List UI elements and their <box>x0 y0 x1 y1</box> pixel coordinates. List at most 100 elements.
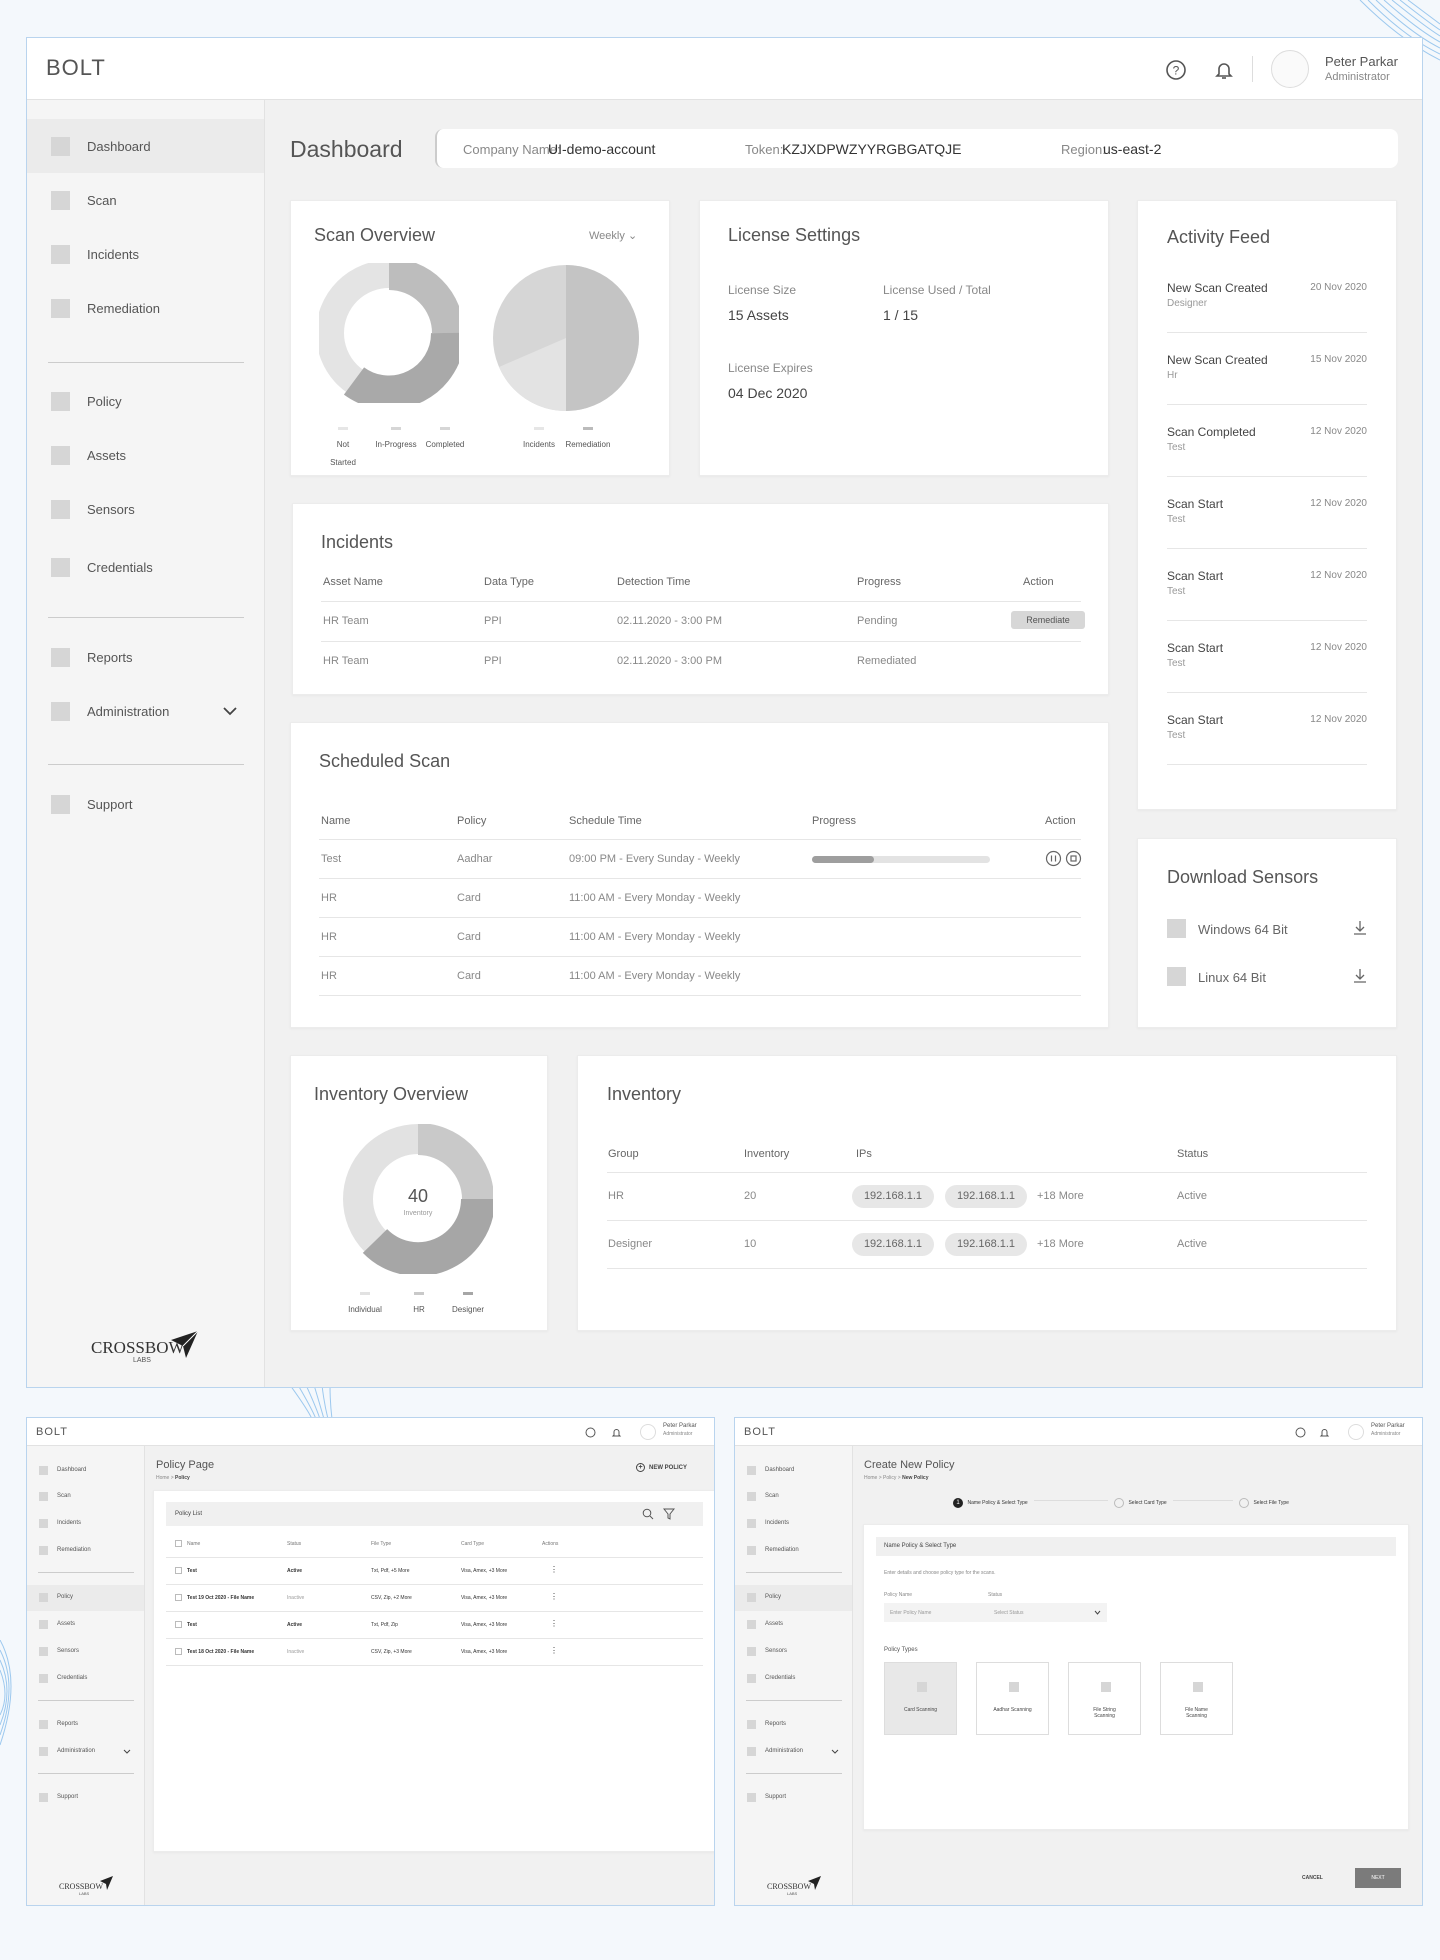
sidebar-item-credentials[interactable]: Credentials <box>735 1666 852 1692</box>
sidebar-item-remediation[interactable]: Remediation <box>27 281 264 335</box>
chevron-down-icon[interactable] <box>123 1748 131 1755</box>
sidebar-item-policy[interactable]: Policy <box>27 374 264 428</box>
help-icon[interactable] <box>1295 1427 1306 1438</box>
more-link[interactable]: +18 More <box>1037 1238 1084 1250</box>
table-row[interactable]: HR Team PPI 02.11.2020 - 3:00 PM Remedia… <box>321 642 1081 681</box>
sidebar-item-sensors[interactable]: Sensors <box>735 1639 852 1665</box>
app-logo[interactable]: BOLT <box>744 1426 776 1438</box>
search-icon[interactable] <box>642 1508 654 1520</box>
download-icon[interactable] <box>1353 968 1367 984</box>
column-header[interactable]: Status <box>287 1541 301 1547</box>
table-row[interactable]: HR 20 192.168.1.1 192.168.1.1 +18 More A… <box>607 1173 1367 1220</box>
row-checkbox[interactable] <box>175 1594 182 1601</box>
row-checkbox[interactable] <box>175 1621 182 1628</box>
sidebar-item-policy[interactable]: Policy <box>27 1585 144 1611</box>
sidebar-item-administration[interactable]: Administration <box>27 1739 144 1765</box>
sidebar-item-administration[interactable]: Administration <box>27 684 264 738</box>
sensor-item[interactable]: Linux 64 Bit <box>1167 965 1367 989</box>
activity-item[interactable]: New Scan Created Hr 15 Nov 2020 <box>1167 353 1367 425</box>
more-actions-icon[interactable]: ⋮ <box>550 1593 558 1601</box>
activity-item[interactable]: Scan Start Test 12 Nov 2020 <box>1167 569 1367 641</box>
sidebar-item-remediation[interactable]: Remediation <box>27 1538 144 1564</box>
download-icon[interactable] <box>1353 920 1367 936</box>
sidebar-item-reports[interactable]: Reports <box>735 1712 852 1738</box>
app-logo[interactable]: BOLT <box>46 55 106 81</box>
activity-item[interactable]: Scan Start Test 12 Nov 2020 <box>1167 641 1367 713</box>
row-checkbox[interactable] <box>175 1648 182 1655</box>
avatar[interactable] <box>1271 50 1309 88</box>
sidebar-item-administration[interactable]: Administration <box>735 1739 852 1765</box>
select-all-checkbox[interactable] <box>175 1540 182 1547</box>
policy-name-input[interactable]: Enter Policy Name <box>884 1603 1003 1622</box>
activity-item[interactable]: New Scan Created Designer 20 Nov 2020 <box>1167 281 1367 353</box>
sidebar-item-reports[interactable]: Reports <box>27 1712 144 1738</box>
step-1[interactable]: 1 Name Policy & Select Type <box>953 1494 1034 1512</box>
sidebar-item-support[interactable]: Support <box>735 1785 852 1811</box>
more-actions-icon[interactable]: ⋮ <box>550 1647 558 1655</box>
activity-item[interactable]: Scan Start Test 12 Nov 2020 <box>1167 713 1367 785</box>
sidebar-item-support[interactable]: Support <box>27 1785 144 1811</box>
more-actions-icon[interactable]: ⋮ <box>550 1620 558 1628</box>
activity-item[interactable]: Scan Start Test 12 Nov 2020 <box>1167 497 1367 569</box>
sidebar-item-remediation[interactable]: Remediation <box>735 1538 852 1564</box>
table-row[interactable]: HR Team PPI 02.11.2020 - 3:00 PM Pending… <box>321 602 1085 641</box>
sidebar-item-incidents[interactable]: Incidents <box>27 1511 144 1537</box>
policy-type-file-name-scanning[interactable]: File Name Scanning <box>1160 1662 1233 1735</box>
sidebar-item-dashboard[interactable]: Dashboard <box>27 119 264 173</box>
sidebar-item-dashboard[interactable]: Dashboard <box>27 1458 144 1484</box>
more-link[interactable]: +18 More <box>1037 1190 1084 1202</box>
column-header[interactable]: Name <box>187 1541 200 1547</box>
new-policy-button[interactable]: + NEW POLICY <box>636 1463 687 1472</box>
notification-bell-icon[interactable] <box>611 1427 622 1438</box>
sidebar-item-assets[interactable]: Assets <box>27 428 264 482</box>
breadcrumb-home[interactable]: Home <box>156 1475 169 1481</box>
activity-item[interactable]: Scan Completed Test 12 Nov 2020 <box>1167 425 1367 497</box>
sidebar-item-scan[interactable]: Scan <box>27 173 264 227</box>
sidebar-item-incidents[interactable]: Incidents <box>735 1511 852 1537</box>
notification-bell-icon[interactable] <box>1213 59 1235 81</box>
pause-icon[interactable] <box>1045 850 1062 867</box>
table-row[interactable]: Designer 10 192.168.1.1 192.168.1.1 +18 … <box>607 1221 1367 1268</box>
chevron-down-icon[interactable] <box>222 704 238 718</box>
table-row[interactable]: Test 19 Oct 2020 - File Name Inactive CS… <box>166 1585 703 1611</box>
period-select[interactable]: Weekly ⌄ <box>589 229 637 242</box>
table-row[interactable]: Test Active Txt, Pdf, Zip Visa, Amex, +3… <box>166 1612 703 1638</box>
sidebar-item-assets[interactable]: Assets <box>735 1612 852 1638</box>
sidebar-item-reports[interactable]: Reports <box>27 630 264 684</box>
sidebar-item-support[interactable]: Support <box>27 777 264 831</box>
sidebar-item-policy[interactable]: Policy <box>735 1585 852 1611</box>
sidebar-item-incidents[interactable]: Incidents <box>27 227 264 281</box>
avatar[interactable] <box>1348 1424 1364 1440</box>
sidebar-item-sensors[interactable]: Sensors <box>27 1639 144 1665</box>
more-actions-icon[interactable]: ⋮ <box>550 1566 558 1574</box>
sidebar-item-scan[interactable]: Scan <box>27 1484 144 1510</box>
policy-type-card-scanning[interactable]: Card Scanning <box>884 1662 957 1735</box>
help-icon[interactable] <box>585 1427 596 1438</box>
sidebar-item-scan[interactable]: Scan <box>735 1484 852 1510</box>
app-logo[interactable]: BOLT <box>36 1426 68 1438</box>
policy-type-aadhar-scanning[interactable]: Aadhar Scanning <box>976 1662 1049 1735</box>
policy-type-file-string-scanning[interactable]: File String Scanning <box>1068 1662 1141 1735</box>
sensor-item[interactable]: Windows 64 Bit <box>1167 917 1367 941</box>
table-row[interactable]: Test Aadhar 09:00 PM - Every Sunday - We… <box>319 840 1082 878</box>
step-2[interactable]: Select Card Type <box>1108 1494 1173 1512</box>
notification-bell-icon[interactable] <box>1319 1427 1330 1438</box>
sidebar-item-credentials[interactable]: Credentials <box>27 1666 144 1692</box>
table-row[interactable]: HR Card 11:00 AM - Every Monday - Weekly <box>319 918 1081 956</box>
table-row[interactable]: HR Card 11:00 AM - Every Monday - Weekly <box>319 957 1081 995</box>
stop-icon[interactable] <box>1065 850 1082 867</box>
table-row[interactable]: Test Active Txt, Pdf, +5 More Visa, Amex… <box>166 1558 703 1584</box>
table-row[interactable]: HR Card 11:00 AM - Every Monday - Weekly <box>319 879 1081 917</box>
cancel-button[interactable]: CANCEL <box>1302 1875 1323 1881</box>
table-row[interactable]: Test 18 Oct 2020 - File Name Inactive CS… <box>166 1639 703 1665</box>
avatar[interactable] <box>640 1424 656 1440</box>
sidebar-item-sensors[interactable]: Sensors <box>27 482 264 536</box>
row-checkbox[interactable] <box>175 1567 182 1574</box>
breadcrumb-home[interactable]: Home <box>864 1475 877 1481</box>
next-button[interactable]: NEXT <box>1355 1868 1401 1888</box>
help-icon[interactable]: ? <box>1165 59 1187 81</box>
chevron-down-icon[interactable] <box>831 1748 839 1755</box>
filter-icon[interactable] <box>663 1508 675 1520</box>
breadcrumb-policy[interactable]: Policy <box>883 1475 896 1481</box>
status-select[interactable]: Select Status <box>988 1603 1107 1622</box>
